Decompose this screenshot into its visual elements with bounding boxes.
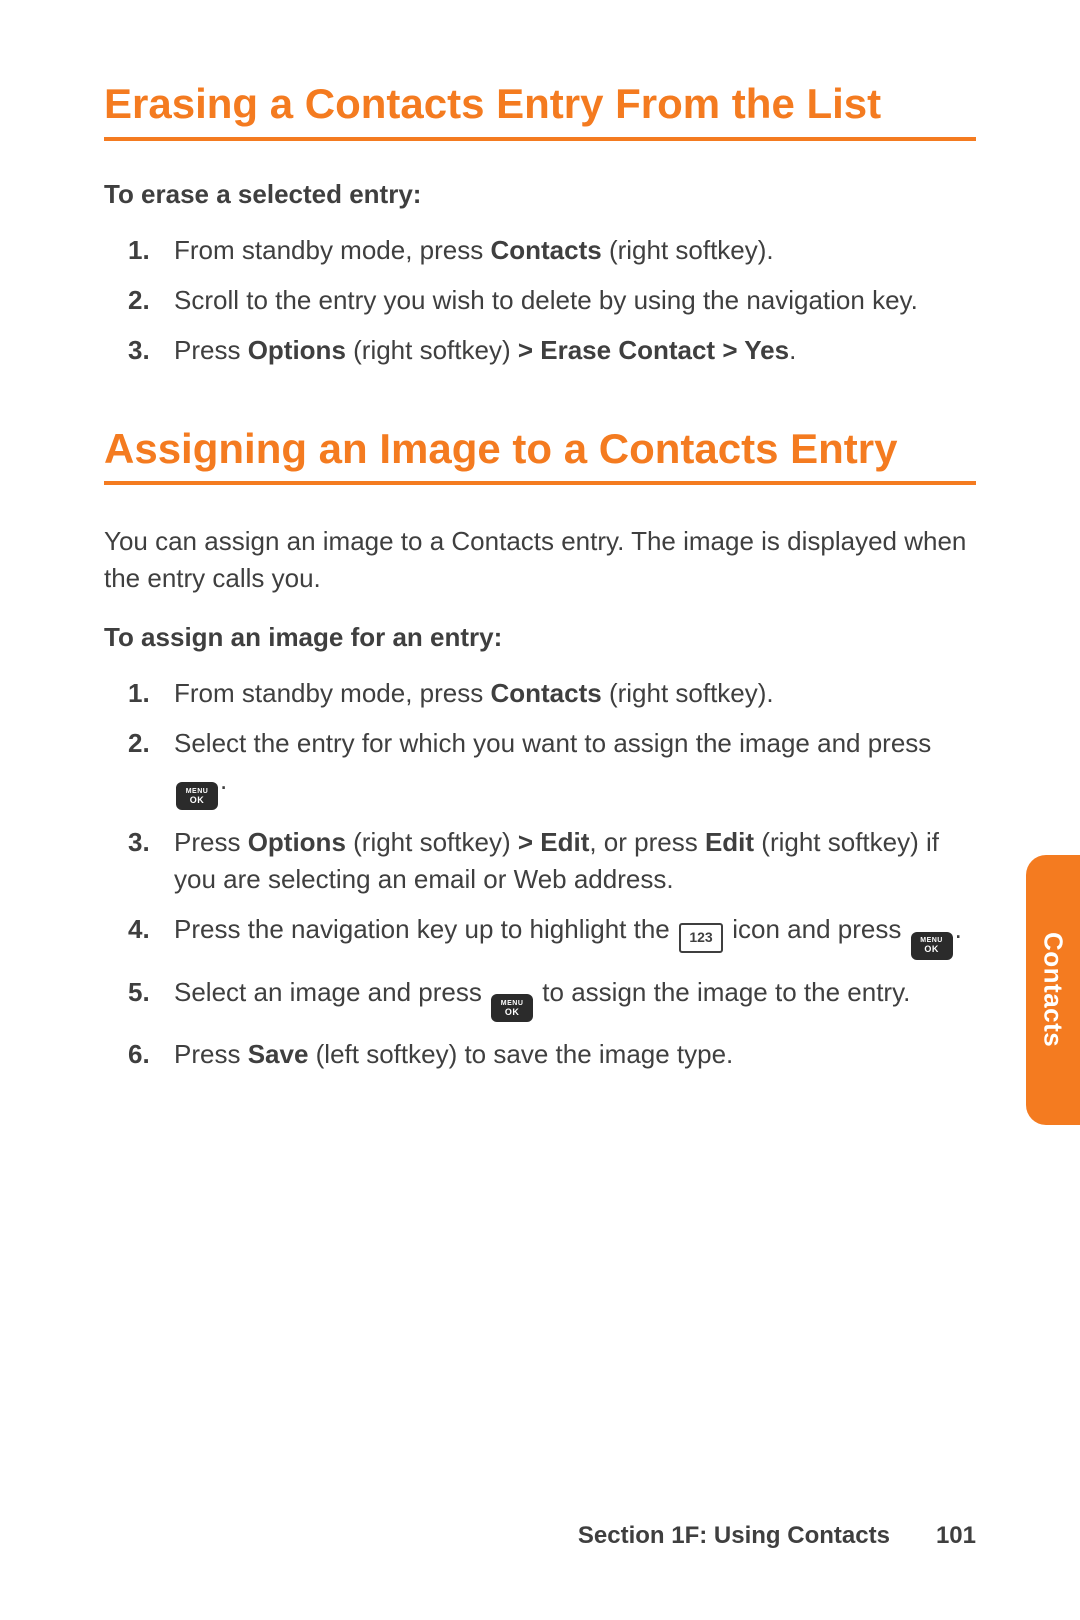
- step-text: From standby mode, press: [174, 678, 490, 708]
- list-item: 4. Press the navigation key up to highli…: [174, 911, 976, 960]
- menu-ok-icon: MENUOK: [176, 782, 218, 810]
- step-bold: Save: [248, 1039, 309, 1069]
- list-item: 3. Press Options (right softkey) > Edit,…: [174, 824, 976, 897]
- step-text: .: [789, 335, 796, 365]
- list-item: 2. Scroll to the entry you wish to delet…: [174, 282, 976, 318]
- step-number: 1.: [128, 232, 150, 268]
- step-text: From standby mode, press: [174, 235, 490, 265]
- list-item: 1. From standby mode, press Contacts (ri…: [174, 232, 976, 268]
- step-text: , or press: [589, 827, 705, 857]
- footer-section: Section 1F: Using Contacts: [578, 1522, 890, 1549]
- step-text: Scroll to the entry you wish to delete b…: [174, 285, 918, 315]
- intro-paragraph: You can assign an image to a Contacts en…: [104, 523, 976, 596]
- step-bold: Contacts: [490, 235, 601, 265]
- step-number: 1.: [128, 675, 150, 711]
- step-bold: > Erase Contact > Yes: [518, 335, 789, 365]
- subhead-assign: To assign an image for an entry:: [104, 622, 976, 653]
- step-bold: Options: [248, 335, 346, 365]
- menu-ok-icon: MENUOK: [911, 932, 953, 960]
- step-number: 4.: [128, 911, 150, 947]
- step-bold: Contacts: [490, 678, 601, 708]
- document-page: Erasing a Contacts Entry From the List T…: [0, 0, 1080, 1620]
- list-item: 6. Press Save (left softkey) to save the…: [174, 1036, 976, 1072]
- step-text: .: [955, 914, 962, 944]
- list-item: 5. Select an image and press MENUOK to a…: [174, 974, 976, 1023]
- list-item: 2. Select the entry for which you want t…: [174, 725, 976, 810]
- step-number: 2.: [128, 282, 150, 318]
- step-text: .: [220, 765, 227, 795]
- step-text: (right softkey).: [602, 678, 774, 708]
- step-text: Press: [174, 335, 248, 365]
- step-bold: Options: [248, 827, 346, 857]
- footer-page-number: 101: [936, 1522, 976, 1549]
- subhead-erase: To erase a selected entry:: [104, 179, 976, 210]
- step-text: icon and press: [725, 914, 909, 944]
- step-number: 3.: [128, 332, 150, 368]
- step-text: (right softkey): [346, 827, 518, 857]
- side-tab-contacts: Contacts: [1026, 855, 1080, 1125]
- side-tab-label: Contacts: [1038, 932, 1069, 1047]
- step-text: Select the entry for which you want to a…: [174, 728, 931, 758]
- steps-assign: 1. From standby mode, press Contacts (ri…: [104, 675, 976, 1072]
- step-text: Press: [174, 1039, 248, 1069]
- step-bold: Edit: [705, 827, 754, 857]
- step-text: (left softkey) to save the image type.: [308, 1039, 733, 1069]
- list-item: 3. Press Options (right softkey) > Erase…: [174, 332, 976, 368]
- step-text: Press the navigation key up to highlight…: [174, 914, 677, 944]
- menu-ok-icon: MENUOK: [491, 994, 533, 1022]
- step-text: (right softkey): [346, 335, 518, 365]
- step-number: 5.: [128, 974, 150, 1010]
- step-number: 6.: [128, 1036, 150, 1072]
- steps-erase: 1. From standby mode, press Contacts (ri…: [104, 232, 976, 369]
- list-item: 1. From standby mode, press Contacts (ri…: [174, 675, 976, 711]
- heading-assigning: Assigning an Image to a Contacts Entry: [104, 423, 976, 486]
- step-text: (right softkey).: [602, 235, 774, 265]
- page-footer: Section 1F: Using Contacts 101: [578, 1522, 976, 1550]
- step-text: Press: [174, 827, 248, 857]
- step-text: to assign the image to the entry.: [535, 977, 910, 1007]
- heading-erasing: Erasing a Contacts Entry From the List: [104, 78, 976, 141]
- step-number: 3.: [128, 824, 150, 860]
- step-text: Select an image and press: [174, 977, 489, 1007]
- step-bold: > Edit: [518, 827, 590, 857]
- step-number: 2.: [128, 725, 150, 761]
- number-123-icon: 123: [679, 923, 723, 953]
